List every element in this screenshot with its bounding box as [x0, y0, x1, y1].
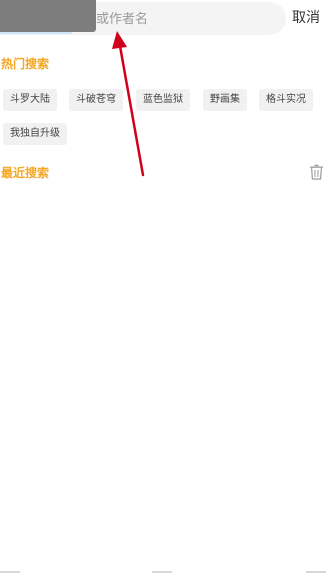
hot-tag[interactable]: 斗破苍穹	[69, 89, 123, 111]
bottom-divider	[306, 571, 326, 573]
red-arrow	[112, 31, 145, 177]
redaction-block	[0, 0, 96, 32]
hot-tag[interactable]: 野画集	[203, 89, 247, 111]
bottom-divider	[152, 571, 172, 573]
hot-tag[interactable]: 斗罗大陆	[3, 89, 57, 111]
hot-tag[interactable]: 蓝色监狱	[136, 89, 190, 111]
recent-search-title: 最近搜索	[1, 166, 50, 180]
hot-tag[interactable]: 我独自升级	[3, 123, 67, 145]
search-placeholder: 或作者名	[96, 12, 149, 27]
cancel-button[interactable]: 取消	[292, 9, 320, 27]
bottom-divider	[0, 571, 20, 573]
search-underline	[0, 32, 72, 34]
trash-icon[interactable]	[309, 164, 324, 180]
hot-search-title: 热门搜索	[1, 57, 50, 71]
search-page: 或作者名 取消 热门搜索 斗罗大陆 斗破苍穹 蓝色监狱 野画集 格斗实况 我独自…	[0, 0, 327, 574]
hot-tag[interactable]: 格斗实况	[259, 89, 313, 111]
